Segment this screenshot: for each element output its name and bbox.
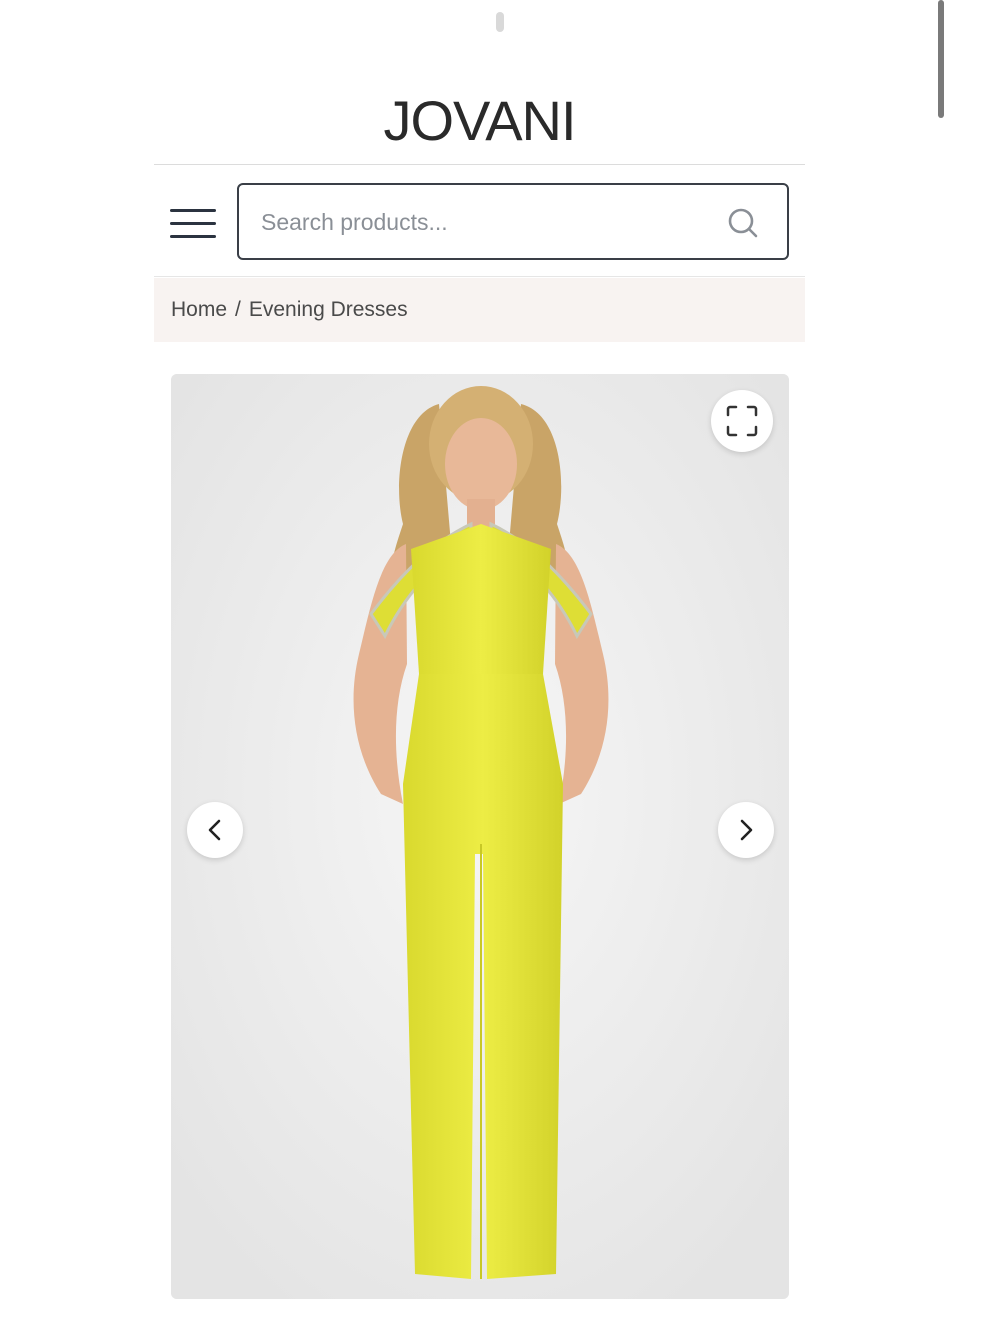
fullscreen-icon <box>726 405 758 437</box>
scrollbar[interactable] <box>938 0 944 118</box>
breadcrumb-separator: / <box>235 298 241 321</box>
breadcrumb: Home / Evening Dresses <box>154 278 805 342</box>
page: JOVANI Home / Evening Dresses <box>154 0 805 1333</box>
chevron-left-icon <box>208 819 221 841</box>
header-divider <box>154 164 805 165</box>
hamburger-menu-icon[interactable] <box>170 207 216 239</box>
gallery-prev-button[interactable] <box>187 802 243 858</box>
product-photo <box>171 374 789 1299</box>
gallery-next-button[interactable] <box>718 802 774 858</box>
brand-logo[interactable]: JOVANI <box>154 88 805 153</box>
chevron-right-icon <box>740 819 753 841</box>
search-input[interactable] <box>261 203 711 241</box>
fullscreen-button[interactable] <box>711 390 773 452</box>
search-icon[interactable] <box>727 207 759 239</box>
search-divider <box>154 276 805 277</box>
product-image-gallery[interactable] <box>171 374 789 1299</box>
breadcrumb-current[interactable]: Evening Dresses <box>249 298 408 322</box>
breadcrumb-home[interactable]: Home <box>171 298 227 322</box>
search-box <box>237 183 789 260</box>
